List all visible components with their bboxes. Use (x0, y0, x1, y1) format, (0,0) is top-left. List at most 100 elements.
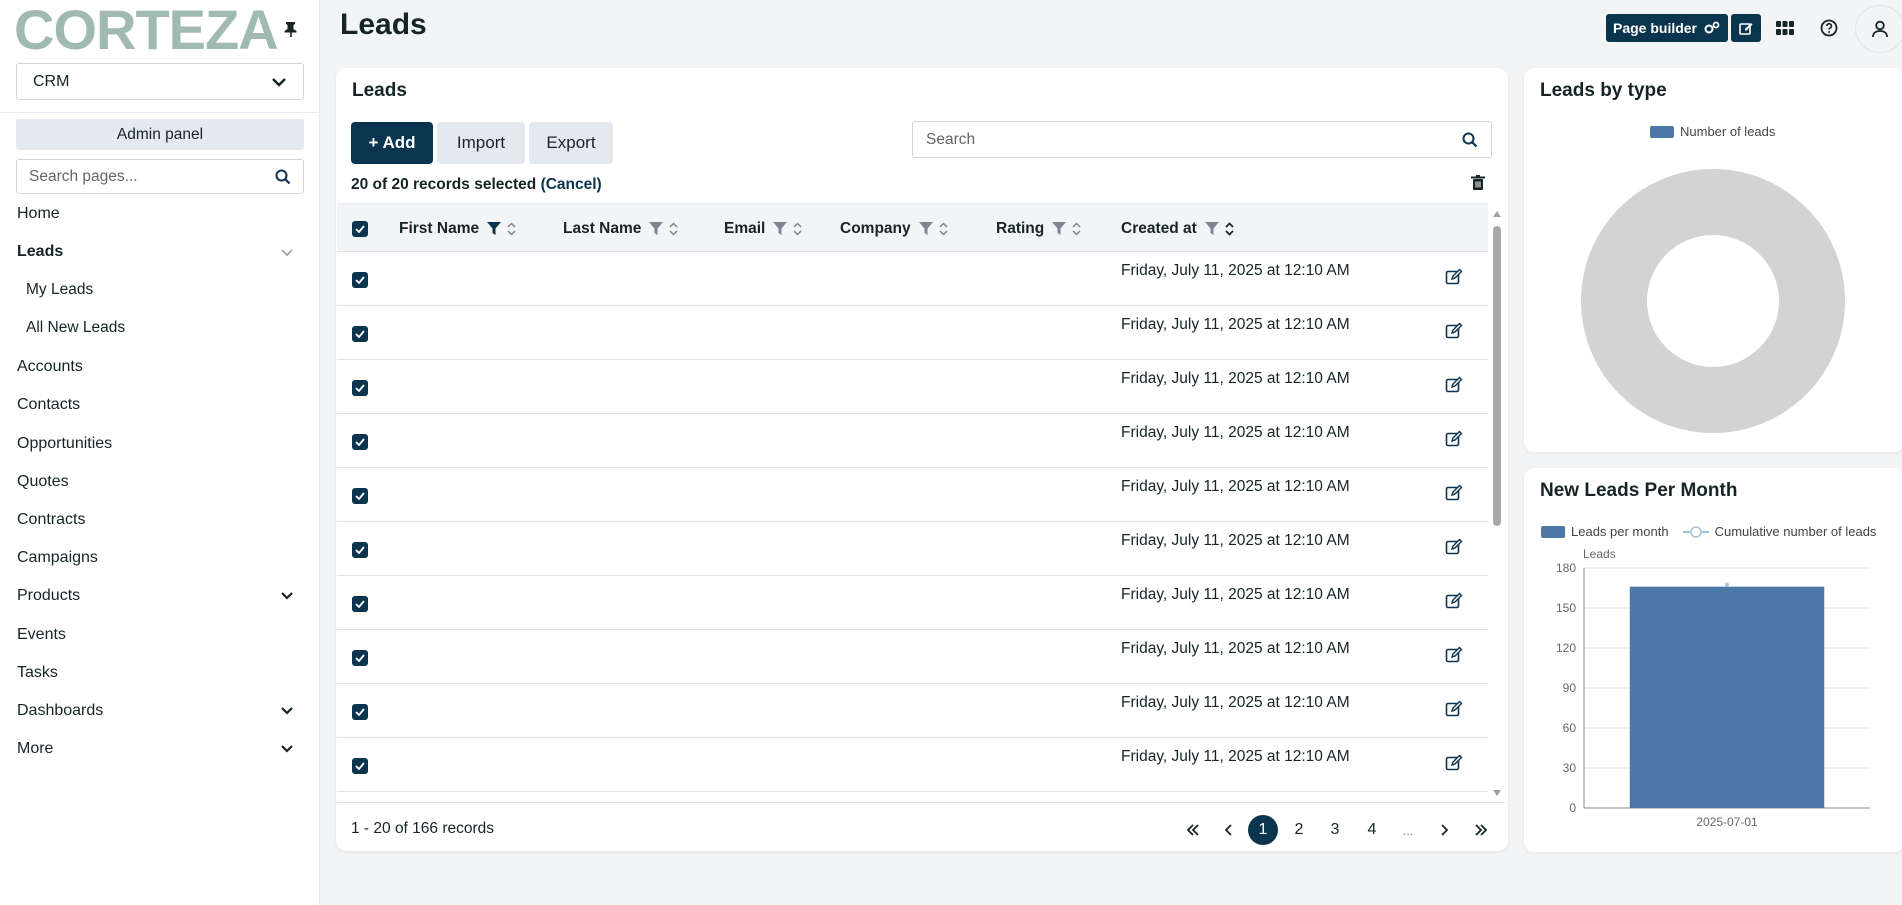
sidebar-item-more[interactable]: More (17, 736, 307, 762)
table-row[interactable]: Friday, July 11, 2025 at 12:10 AM (337, 468, 1488, 522)
chevron-down-icon[interactable] (280, 247, 294, 257)
edit-page-button[interactable] (1731, 14, 1761, 42)
table-row[interactable]: Friday, July 11, 2025 at 12:10 AM (337, 306, 1488, 360)
add-button[interactable]: + Add (351, 122, 433, 164)
edit-icon[interactable] (1445, 430, 1465, 450)
checkbox[interactable] (352, 758, 368, 774)
sort-icon[interactable] (507, 221, 516, 236)
edit-icon[interactable] (1445, 484, 1465, 504)
chart-legend[interactable]: Number of leads (1650, 124, 1775, 139)
checkbox[interactable] (352, 326, 368, 342)
next-page-button[interactable] (1429, 815, 1459, 845)
search-icon[interactable] (275, 169, 291, 185)
namespace-select[interactable]: CRM (16, 63, 304, 100)
search-icon[interactable] (1462, 132, 1478, 148)
trash-icon[interactable] (1471, 175, 1489, 193)
checkbox[interactable] (352, 542, 368, 558)
last-page-button[interactable] (1466, 815, 1496, 845)
sidebar-item-dashboards[interactable]: Dashboards (17, 698, 307, 724)
checkbox[interactable] (352, 596, 368, 612)
page-button-4[interactable]: 4 (1357, 815, 1387, 845)
sidebar-item-campaigns[interactable]: Campaigns (17, 545, 307, 571)
filter-icon[interactable] (1204, 222, 1219, 235)
chevron-down-icon[interactable] (280, 591, 294, 601)
checkbox[interactable] (352, 488, 368, 504)
prev-page-button[interactable] (1214, 815, 1244, 845)
sidebar-item-leads[interactable]: Leads (17, 239, 307, 265)
sort-icon[interactable] (669, 221, 678, 236)
column-header-email[interactable]: Email (724, 204, 802, 253)
sidebar-item-opportunities[interactable]: Opportunities (17, 431, 307, 457)
page-button-3[interactable]: 3 (1320, 815, 1350, 845)
checkbox[interactable] (352, 272, 368, 288)
chevron-down-icon[interactable] (280, 744, 294, 754)
pin-icon[interactable] (281, 19, 301, 39)
table-row[interactable]: Friday, July 11, 2025 at 12:10 AM (337, 360, 1488, 414)
column-header-first-name[interactable]: First Name (399, 204, 516, 253)
scrollbar-thumb[interactable] (1493, 226, 1501, 526)
sidebar-item-events[interactable]: Events (17, 622, 307, 648)
first-page-button[interactable] (1178, 815, 1208, 845)
user-profile-button[interactable] (1855, 5, 1902, 53)
sidebar-item-contracts[interactable]: Contracts (17, 507, 307, 533)
checkbox[interactable] (352, 704, 368, 720)
sidebar-item-contacts[interactable]: Contacts (17, 392, 307, 418)
sidebar-item-home[interactable]: Home (17, 201, 307, 227)
edit-icon[interactable] (1445, 646, 1465, 666)
checkbox[interactable] (352, 650, 368, 666)
table-row[interactable]: Friday, July 11, 2025 at 12:10 AM (337, 252, 1488, 306)
filter-icon[interactable] (487, 222, 502, 235)
sidebar-item-quotes[interactable]: Quotes (17, 469, 307, 495)
table-row[interactable]: Friday, July 11, 2025 at 12:10 AM (337, 684, 1488, 738)
column-header-company[interactable]: Company (840, 204, 948, 253)
page-search-input[interactable] (29, 167, 249, 186)
sidebar-item-products[interactable]: Products (17, 583, 307, 609)
page-builder-button[interactable]: Page builder (1606, 14, 1728, 42)
edit-icon[interactable] (1445, 700, 1465, 720)
sort-icon[interactable] (1072, 221, 1081, 236)
edit-icon[interactable] (1445, 376, 1465, 396)
column-header-created-at[interactable]: Created at (1121, 204, 1234, 253)
export-button[interactable]: Export (529, 122, 613, 164)
sidebar-item-my-leads[interactable]: My Leads (26, 277, 276, 303)
edit-icon[interactable] (1445, 268, 1465, 288)
sort-icon[interactable] (793, 221, 802, 236)
donut-slice[interactable] (1581, 169, 1845, 433)
column-header-rating[interactable]: Rating (996, 204, 1081, 253)
chevron-down-icon[interactable] (280, 706, 294, 716)
filter-icon[interactable] (773, 222, 788, 235)
import-button[interactable]: Import (437, 122, 525, 164)
apps-grid-icon[interactable] (1772, 15, 1798, 41)
sidebar-item-accounts[interactable]: Accounts (17, 354, 307, 380)
sort-icon[interactable] (939, 221, 948, 236)
cancel-selection-link[interactable]: (Cancel) (541, 176, 602, 193)
line-point[interactable] (1725, 582, 1729, 587)
chart-legend[interactable]: Leads per month Cumulative number of lea… (1541, 524, 1876, 539)
table-row[interactable]: Friday, July 11, 2025 at 12:10 AM (337, 738, 1488, 792)
help-icon[interactable] (1816, 15, 1842, 41)
filter-icon[interactable] (649, 222, 664, 235)
filter-icon[interactable] (1052, 222, 1067, 235)
page-button-1[interactable]: 1 (1248, 815, 1278, 845)
bar[interactable] (1629, 586, 1825, 808)
sidebar-item-all-new-leads[interactable]: All New Leads (26, 315, 276, 341)
column-header-last-name[interactable]: Last Name (563, 204, 678, 253)
edit-icon[interactable] (1445, 754, 1465, 774)
filter-icon[interactable] (918, 222, 933, 235)
sidebar-item-tasks[interactable]: Tasks (17, 660, 307, 686)
checkbox[interactable] (352, 220, 368, 237)
edit-icon[interactable] (1445, 592, 1465, 612)
record-search-input[interactable] (926, 130, 1426, 149)
table-row[interactable]: Friday, July 11, 2025 at 12:10 AM (337, 576, 1488, 630)
table-row[interactable]: Friday, July 11, 2025 at 12:10 AM (337, 414, 1488, 468)
edit-icon[interactable] (1445, 538, 1465, 558)
edit-icon[interactable] (1445, 322, 1465, 342)
page-button-2[interactable]: 2 (1284, 815, 1314, 845)
sort-icon[interactable] (1225, 221, 1234, 236)
table-row[interactable]: Friday, July 11, 2025 at 12:10 AM (337, 630, 1488, 684)
select-all-checkbox[interactable] (352, 204, 368, 253)
checkbox[interactable] (352, 380, 368, 396)
checkbox[interactable] (352, 434, 368, 450)
table-row[interactable]: Friday, July 11, 2025 at 12:10 AM (337, 522, 1488, 576)
admin-panel-button[interactable]: Admin panel (16, 119, 304, 150)
